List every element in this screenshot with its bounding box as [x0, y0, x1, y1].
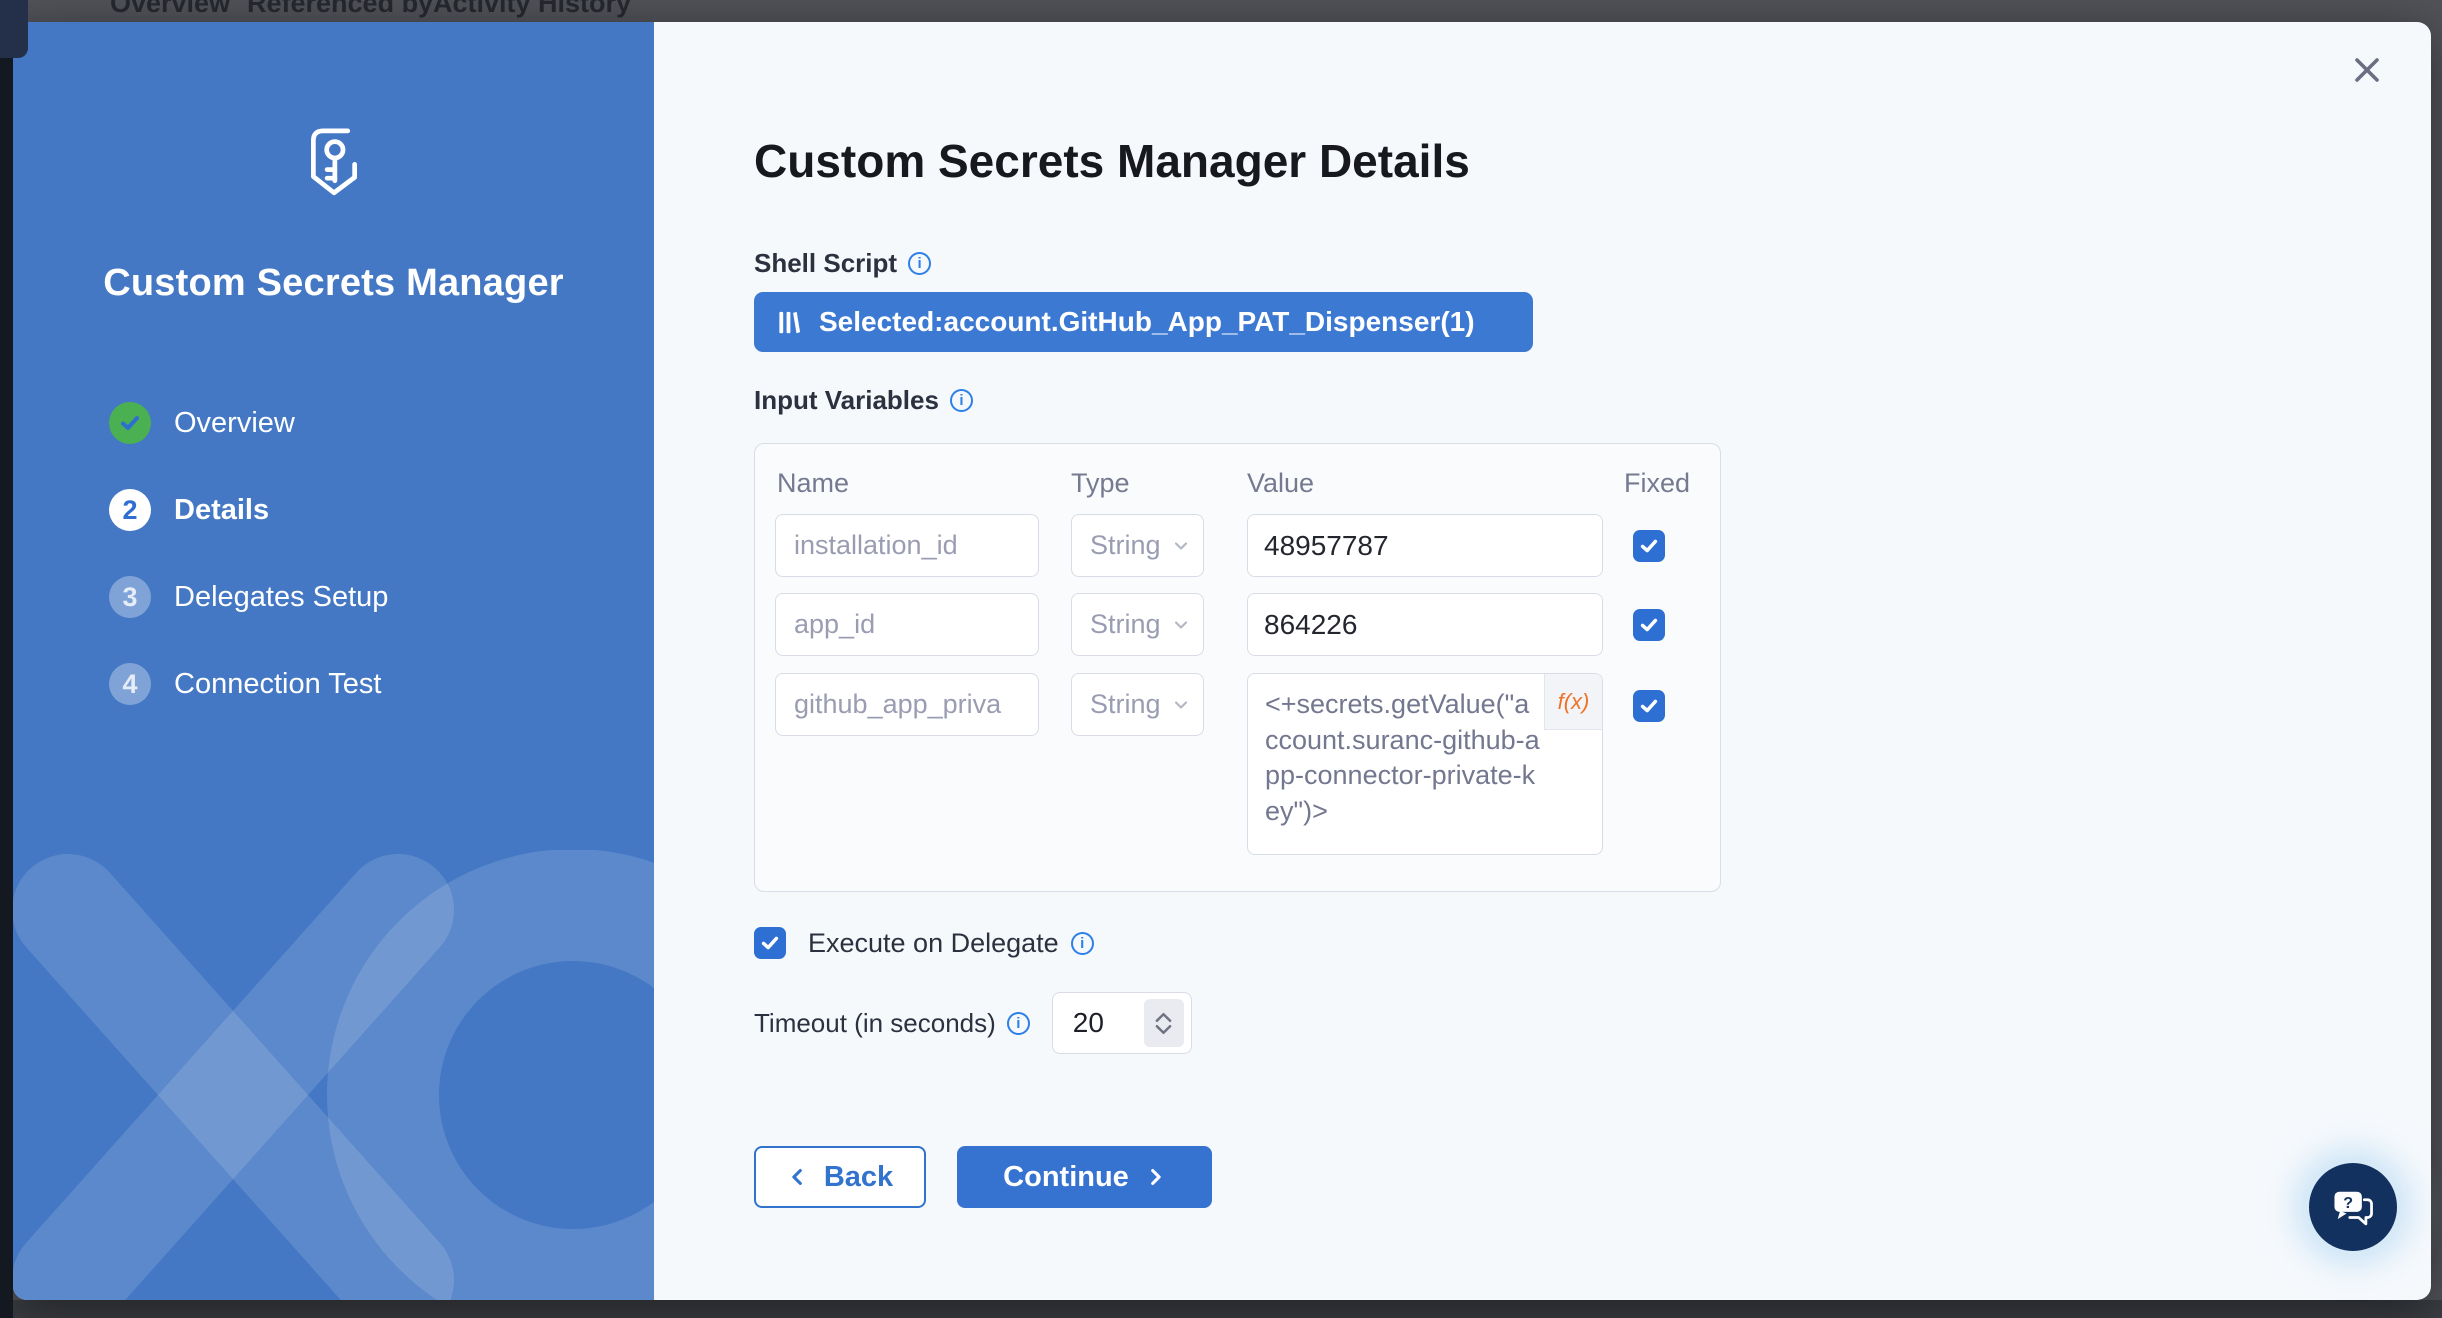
check-icon	[1638, 614, 1660, 636]
variable-name-input[interactable]	[775, 593, 1039, 656]
shell-script-label: Shell Script	[754, 248, 897, 279]
shell-script-selected-chip[interactable]: Selected:account.GitHub_App_PAT_Dispense…	[754, 292, 1533, 352]
info-icon[interactable]: i	[908, 252, 931, 275]
sidebar-title: Custom Secrets Manager	[13, 262, 654, 305]
close-icon	[2349, 52, 2385, 88]
back-button[interactable]: Back	[754, 1146, 926, 1208]
timeout-input[interactable]	[1053, 1007, 1144, 1039]
input-variables-panel: Name Type Value Fixed String	[754, 443, 1721, 892]
harness-logo-watermark	[13, 850, 654, 1300]
step-label: Overview	[174, 407, 295, 440]
step-number: 3	[109, 576, 151, 618]
chevron-right-icon	[1144, 1165, 1166, 1189]
variable-type-value: String	[1090, 609, 1161, 640]
execute-on-delegate-checkbox[interactable]	[754, 927, 786, 959]
close-button[interactable]	[2345, 48, 2389, 92]
variable-type-select[interactable]: String	[1071, 673, 1204, 736]
help-chat-button[interactable]: ?	[2309, 1163, 2397, 1251]
help-chat-icon: ?	[2324, 1178, 2382, 1236]
chevron-down-icon	[1171, 695, 1191, 715]
fixed-checkbox[interactable]	[1633, 530, 1665, 562]
tab-referenced-by[interactable]: Referenced by	[247, 0, 433, 18]
backdrop-bottom-strip	[0, 1300, 2442, 1318]
stepper-down-icon	[1155, 1024, 1172, 1035]
page-title: Custom Secrets Manager Details	[754, 134, 1470, 188]
variable-value-group	[1247, 593, 1603, 656]
shell-script-selected-label: Selected:account.GitHub_App_PAT_Dispense…	[819, 306, 1475, 338]
input-variables-label: Input Variables	[754, 385, 939, 416]
execute-on-delegate-label: Execute on Delegate	[808, 928, 1059, 959]
step-number: 2	[109, 489, 151, 531]
column-header-type: Type	[1071, 468, 1130, 499]
variable-name-input[interactable]	[775, 673, 1039, 736]
step-label: Connection Test	[174, 668, 381, 701]
info-icon[interactable]: i	[950, 389, 973, 412]
tab-overview[interactable]: Overview	[110, 0, 230, 18]
template-library-icon	[776, 309, 803, 336]
step-connection-test[interactable]: 4 Connection Test	[109, 663, 388, 705]
timeout-label: Timeout (in seconds)	[754, 1008, 996, 1039]
step-label: Details	[174, 494, 269, 527]
check-icon	[1638, 695, 1660, 717]
step-delegates-setup[interactable]: 3 Delegates Setup	[109, 576, 388, 618]
fixed-checkbox[interactable]	[1633, 690, 1665, 722]
expression-fx-button[interactable]: f(x)	[1544, 674, 1602, 730]
variable-value-expression-box[interactable]: f(x) <+secrets.getValue("account.suranc-…	[1247, 673, 1603, 855]
svg-text:?: ?	[2343, 1194, 2353, 1212]
wizard-steps: Overview 2 Details 3 Delegates Setup 4 C…	[109, 402, 388, 750]
variable-type-value: String	[1090, 689, 1161, 720]
step-number: 4	[109, 663, 151, 705]
check-icon	[1638, 535, 1660, 557]
timeout-stepper[interactable]	[1144, 999, 1184, 1047]
background-tabbar: Overview Referenced by Activity History	[0, 0, 2442, 22]
variable-type-select[interactable]: String	[1071, 514, 1204, 577]
step-details[interactable]: 2 Details	[109, 489, 388, 531]
column-header-fixed: Fixed	[1624, 468, 1690, 499]
custom-secrets-manager-modal: Custom Secrets Manager Overview 2 Detail…	[13, 22, 2431, 1300]
step-complete-icon	[109, 402, 151, 444]
column-header-name: Name	[777, 468, 849, 499]
step-label: Delegates Setup	[174, 581, 388, 614]
continue-button-label: Continue	[1003, 1161, 1129, 1194]
secrets-manager-shield-key-icon	[291, 118, 377, 216]
back-button-label: Back	[824, 1161, 893, 1194]
variable-name-input[interactable]	[775, 514, 1039, 577]
continue-button[interactable]: Continue	[957, 1146, 1212, 1208]
variable-value-input[interactable]	[1248, 515, 1603, 576]
fixed-checkbox[interactable]	[1633, 609, 1665, 641]
info-icon[interactable]: i	[1071, 932, 1094, 955]
variable-value-group	[1247, 514, 1603, 577]
stepper-up-icon	[1155, 1012, 1172, 1023]
chevron-down-icon	[1171, 615, 1191, 635]
variable-type-select[interactable]: String	[1071, 593, 1204, 656]
info-icon[interactable]: i	[1007, 1012, 1030, 1035]
chevron-down-icon	[1171, 536, 1191, 556]
chevron-left-icon	[787, 1165, 809, 1189]
wizard-sidebar: Custom Secrets Manager Overview 2 Detail…	[13, 22, 654, 1300]
step-overview[interactable]: Overview	[109, 402, 388, 444]
variable-type-value: String	[1090, 530, 1161, 561]
variable-value-input[interactable]	[1248, 594, 1603, 655]
column-header-value: Value	[1247, 468, 1314, 499]
backdrop-nav-logo-block	[0, 0, 28, 58]
tab-activity-history[interactable]: Activity History	[433, 0, 631, 18]
backdrop-left-nav-strip	[0, 0, 13, 1318]
check-icon	[759, 932, 781, 954]
timeout-input-box	[1052, 992, 1192, 1054]
